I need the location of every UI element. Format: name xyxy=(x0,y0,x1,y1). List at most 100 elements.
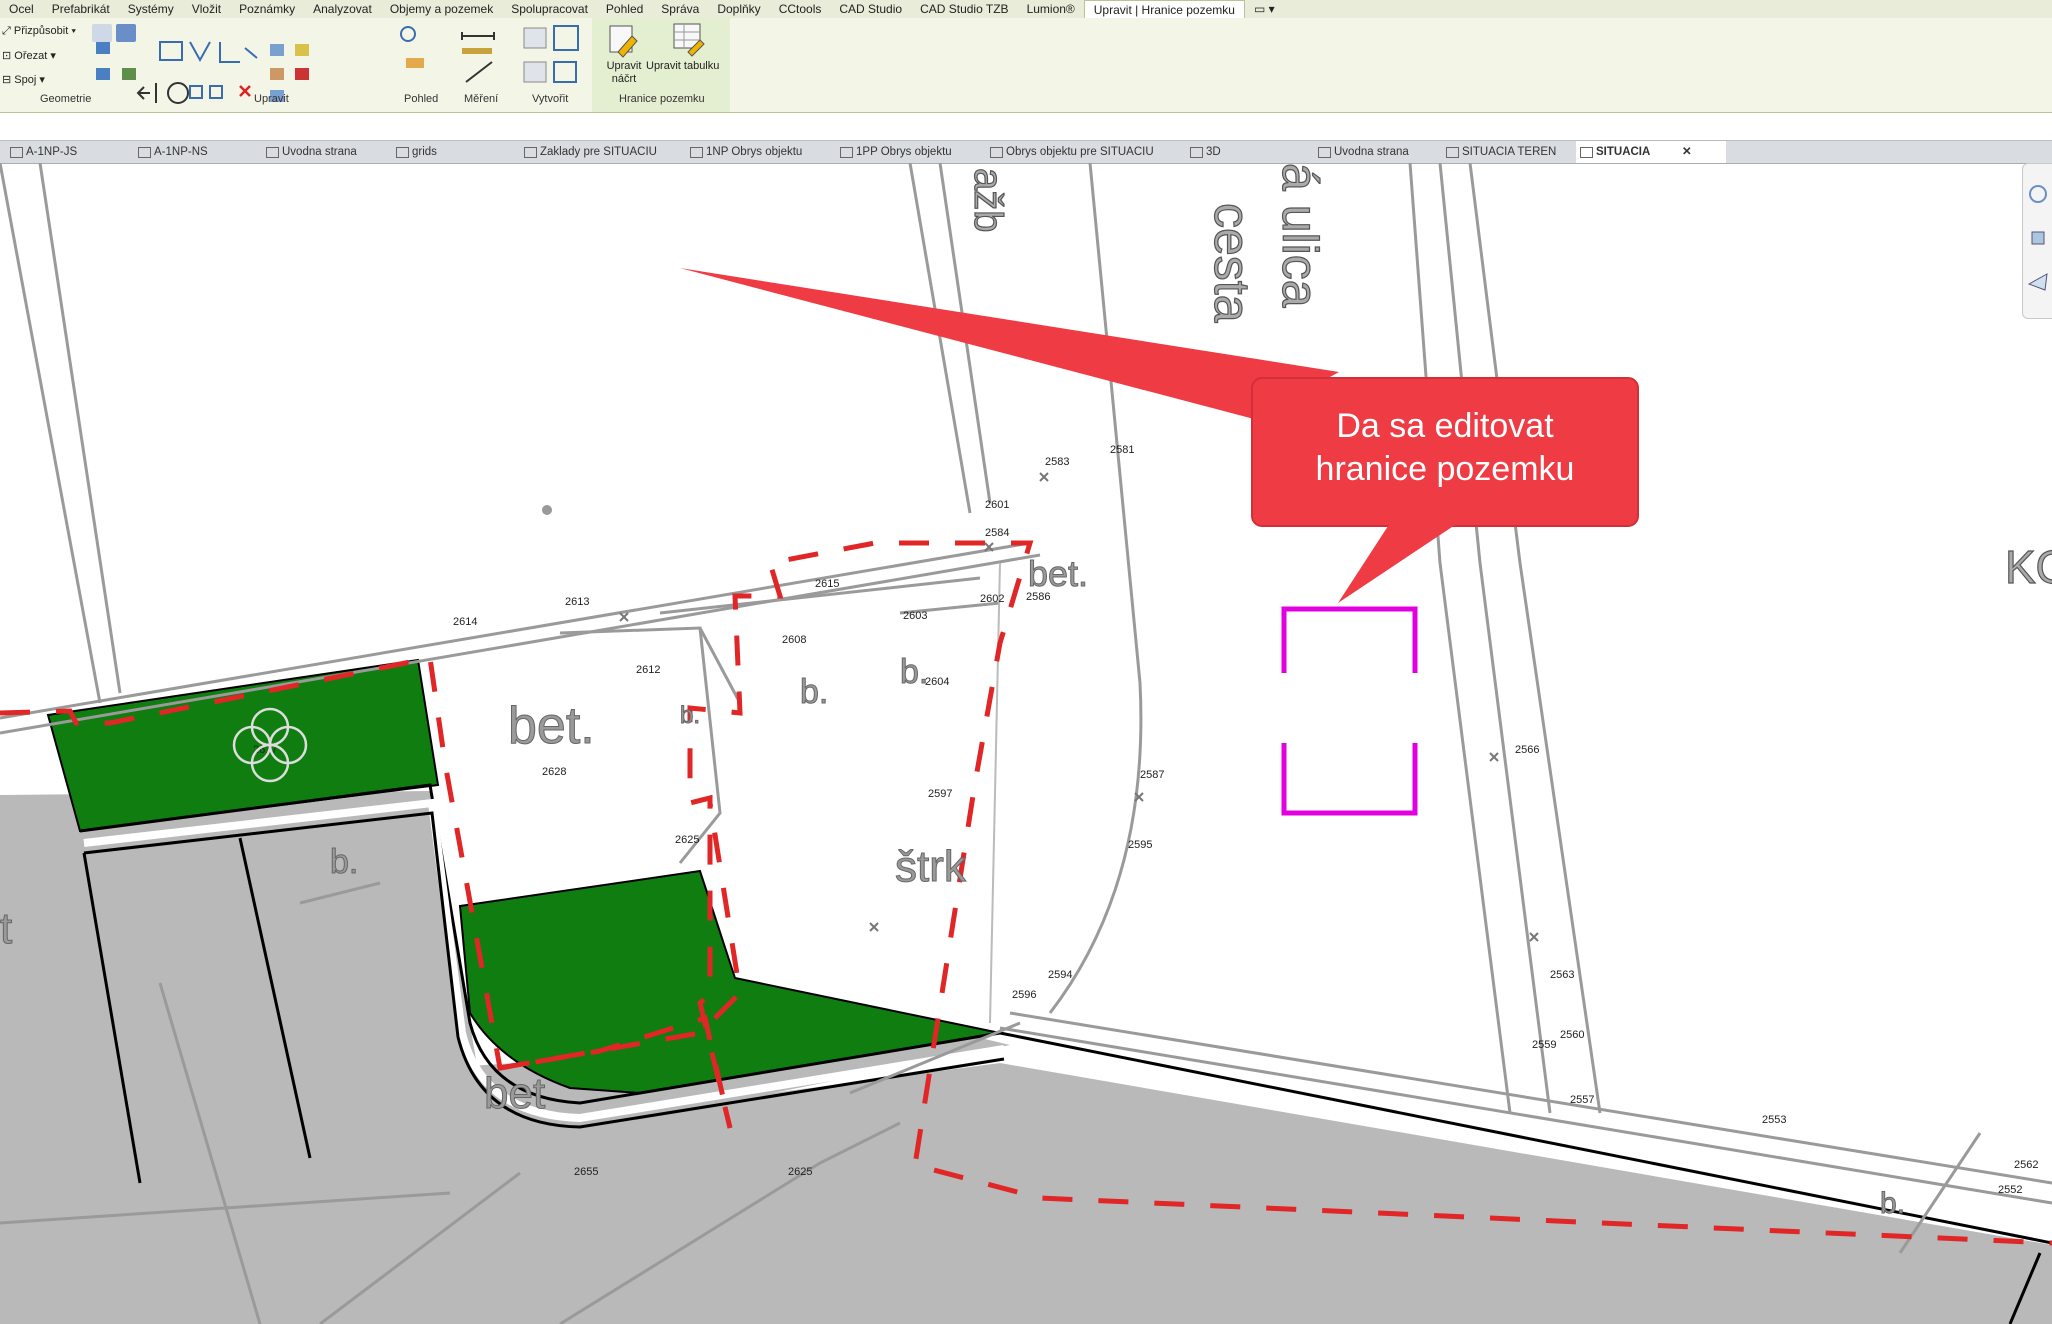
plan-view-icon xyxy=(990,147,1003,158)
plan-view-icon xyxy=(396,147,409,158)
ribbon-tab-prefabrikat[interactable]: Prefabrikát xyxy=(43,0,119,18)
orezat-button[interactable]: ⊡ Ořezat ▾ xyxy=(2,49,56,62)
navigation-bar-icons[interactable] xyxy=(2023,164,2052,318)
ribbon-tab-upravit-hranice[interactable]: Upravit | Hranice pozemku xyxy=(1083,0,1245,19)
svg-text:2563: 2563 xyxy=(1550,969,1574,981)
view-tab-a-1np-js[interactable]: A-1NP-JS xyxy=(6,141,77,163)
view-tab-uvodna-strana-2[interactable]: Uvodna strana xyxy=(1314,141,1409,163)
svg-text:2625: 2625 xyxy=(675,834,699,846)
prizpusobit-button[interactable]: ⤢ Přizpůsobit ▾ xyxy=(2,25,76,38)
svg-text:2615: 2615 xyxy=(815,578,839,590)
view-tab-grids[interactable]: grids xyxy=(392,141,437,163)
svg-text:2601: 2601 xyxy=(985,499,1009,511)
ribbon-tab-sprava[interactable]: Správa xyxy=(652,0,708,18)
surface-label-b-2: b. xyxy=(800,673,828,711)
upravit-nacrt-button[interactable]: Upravit náčrt xyxy=(602,60,646,86)
ribbon-tab-systemy[interactable]: Systémy xyxy=(119,0,183,18)
sheet-icon xyxy=(1318,147,1331,158)
street-label-ulica: á ulica xyxy=(1272,163,1328,308)
svg-text:2583: 2583 xyxy=(1045,456,1069,468)
ribbon-tab-doplnky[interactable]: Doplňky xyxy=(708,0,769,18)
ribbon-tab-spolupracovat[interactable]: Spolupracovat xyxy=(502,0,597,18)
ribbon-tab-analyzovat[interactable]: Analyzovat xyxy=(304,0,381,18)
ribbon-tab-lumion[interactable]: Lumion® xyxy=(1018,0,1084,18)
panel-label-geometrie: Geometrie xyxy=(40,93,92,105)
svg-text:2566: 2566 xyxy=(1515,744,1539,756)
surface-label-b-5: b. xyxy=(1880,1187,1905,1220)
panel-label-vytvorit: Vytvořit xyxy=(532,93,569,105)
view-tab-situacia[interactable]: SITUACIA xyxy=(1576,141,1726,163)
svg-text:2552: 2552 xyxy=(1998,1184,2022,1196)
ribbon-tab-poznamky[interactable]: Poznámky xyxy=(230,0,304,18)
view-tab-zaklady[interactable]: Zaklady pre SITUACIU xyxy=(520,141,657,163)
ribbon-tab-cad-studio-tzb[interactable]: CAD Studio TZB xyxy=(911,0,1017,18)
plan-view-icon xyxy=(690,147,703,158)
gray-paved-area xyxy=(0,791,2052,1324)
svg-text:2553: 2553 xyxy=(1762,1114,1786,1126)
surface-label-strk: štrk xyxy=(895,842,967,891)
spoj-button[interactable]: ⊟ Spoj ▾ xyxy=(2,73,45,86)
svg-text:2613: 2613 xyxy=(565,596,589,608)
ribbon-tab-bar: Ocel Prefabrikát Systémy Vložit Poznámky… xyxy=(0,0,2052,19)
svg-text:2595: 2595 xyxy=(1128,839,1152,851)
plan-view-icon xyxy=(138,147,151,158)
navigation-bar[interactable] xyxy=(2022,163,2052,319)
upravit-tabulku-button[interactable]: Upravit tabulku xyxy=(646,60,719,72)
view-tab-1pp-obrys[interactable]: 1PP Obrys objektu xyxy=(836,141,952,163)
ribbon-tab-cad-studio[interactable]: CAD Studio xyxy=(830,0,911,18)
svg-text:2628: 2628 xyxy=(542,766,566,778)
svg-text:2655: 2655 xyxy=(574,1166,598,1178)
svg-text:2596: 2596 xyxy=(1012,989,1036,1001)
svg-text:2625: 2625 xyxy=(788,1166,812,1178)
view-tab-obrys-situaciu[interactable]: Obrys objektu pre SITUACIU xyxy=(986,141,1154,163)
svg-text:2581: 2581 xyxy=(1110,444,1134,456)
view-tab-uvodna-strana[interactable]: Uvodna strana xyxy=(262,141,357,163)
modify-tools-icons[interactable] xyxy=(90,38,330,108)
plan-view-icon xyxy=(1446,147,1459,158)
sheet-icon xyxy=(266,147,279,158)
svg-text:2612: 2612 xyxy=(636,664,660,676)
svg-text:2594: 2594 xyxy=(1048,969,1072,981)
svg-text:2602: 2602 xyxy=(980,593,1004,605)
svg-text:2559: 2559 xyxy=(1532,1039,1556,1051)
edit-sketch-icon xyxy=(609,23,705,58)
callout-line-2: hranice pozemku xyxy=(1315,450,1575,488)
cube-icon xyxy=(1190,147,1203,158)
svg-text:2557: 2557 xyxy=(1570,1094,1594,1106)
view-measure-create-icons[interactable] xyxy=(396,22,592,92)
surface-label-b-4: b. xyxy=(680,702,700,729)
site-plan-canvas[interactable]: bet. bet. bet b. b. b. b. štrk b. t cest… xyxy=(0,163,2052,1324)
svg-text:2584: 2584 xyxy=(985,527,1009,539)
callout-line-1: Da sa editovat xyxy=(1336,407,1554,445)
svg-text:2597: 2597 xyxy=(928,788,952,800)
panel-label-pohled: Pohled xyxy=(404,93,439,105)
svg-text:2604: 2604 xyxy=(925,676,949,688)
panel-label-upravit: Upravit xyxy=(254,93,289,105)
view-tabs-bar: A-1NP-JS A-1NP-NS Uvodna strana grids Za… xyxy=(0,140,2052,164)
plan-view-icon xyxy=(524,147,537,158)
street-label-azb: ažb xyxy=(966,168,1010,233)
view-tab-a-1np-ns[interactable]: A-1NP-NS xyxy=(134,141,208,163)
ribbon-tab-objemy[interactable]: Objemy a pozemek xyxy=(381,0,502,18)
surface-label-bet-3: bet xyxy=(484,1069,545,1118)
panel-label-hranice-pozemku: Hranice pozemku xyxy=(619,93,705,105)
selection-bracket[interactable] xyxy=(1281,606,1418,816)
ribbon-tab-cctools[interactable]: CCtools xyxy=(770,0,831,18)
street-label-ko: KO xyxy=(2005,541,2052,593)
ribbon-tab-ocel[interactable]: Ocel xyxy=(0,0,43,18)
callout-text: Da sa editovat hranice pozemku xyxy=(1252,405,1638,491)
svg-text:2560: 2560 xyxy=(1560,1029,1584,1041)
ribbon-toggle-icon[interactable]: ▭ ▾ xyxy=(1245,0,1284,18)
surface-label-b: b. xyxy=(330,843,358,881)
svg-text:2586: 2586 xyxy=(1026,591,1050,603)
svg-text:2562: 2562 xyxy=(2014,1159,2038,1171)
view-tab-1np-obrys[interactable]: 1NP Obrys objektu xyxy=(686,141,802,163)
street-label-cesta: cesta xyxy=(1204,203,1260,323)
ribbon-tab-pohled[interactable]: Pohled xyxy=(597,0,652,18)
view-tab-3d[interactable]: 3D xyxy=(1186,141,1221,163)
view-tab-situacia-teren[interactable]: SITUACIA TEREN xyxy=(1442,141,1556,163)
plan-view-icon xyxy=(840,147,853,158)
ribbon-tab-vlozit[interactable]: Vložit xyxy=(183,0,230,18)
close-tab-icon[interactable]: ✕ xyxy=(1682,141,1692,163)
surface-label-bet-2: bet. xyxy=(1028,553,1088,594)
